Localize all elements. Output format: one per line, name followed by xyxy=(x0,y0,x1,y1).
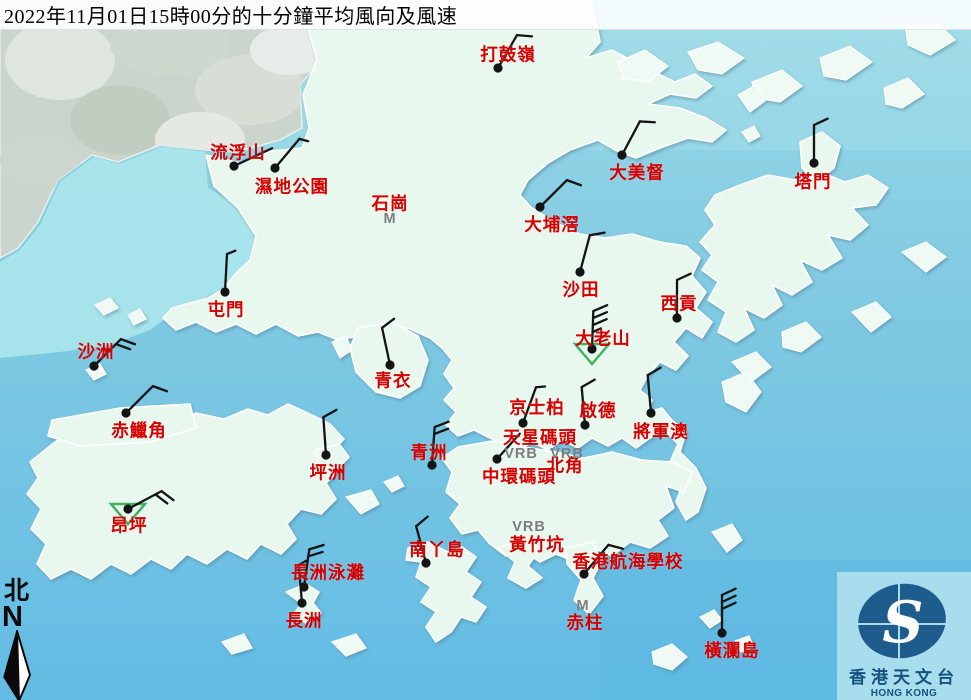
hko-monogram: S xyxy=(882,589,923,656)
hko-emblem-icon: S xyxy=(837,572,971,664)
map-title: 2022年11月01日15時00分的十分鐘平均風向及風速 xyxy=(0,0,971,29)
north-indicator: 北 N xyxy=(2,579,42,700)
logo-name-english: HONG KONG OBSERVATORY xyxy=(837,687,971,700)
title-bar: 2022年11月01日15時00分的十分鐘平均風向及風速 xyxy=(0,0,971,30)
logo-name-chinese: 香港天文台 xyxy=(837,669,971,687)
wind-map-screenshot: 打鼓嶺流浮山濕地公園石崗M大美督塔門大埔滘沙田屯門沙洲西貢大老山青衣赤鱲角京士柏… xyxy=(0,0,971,700)
hko-logo: S 香港天文台 HONG KONG OBSERVATORY xyxy=(837,572,971,700)
north-arrow-icon xyxy=(2,630,34,700)
north-label-letter: N xyxy=(2,604,42,630)
hong-kong-map xyxy=(0,0,971,700)
